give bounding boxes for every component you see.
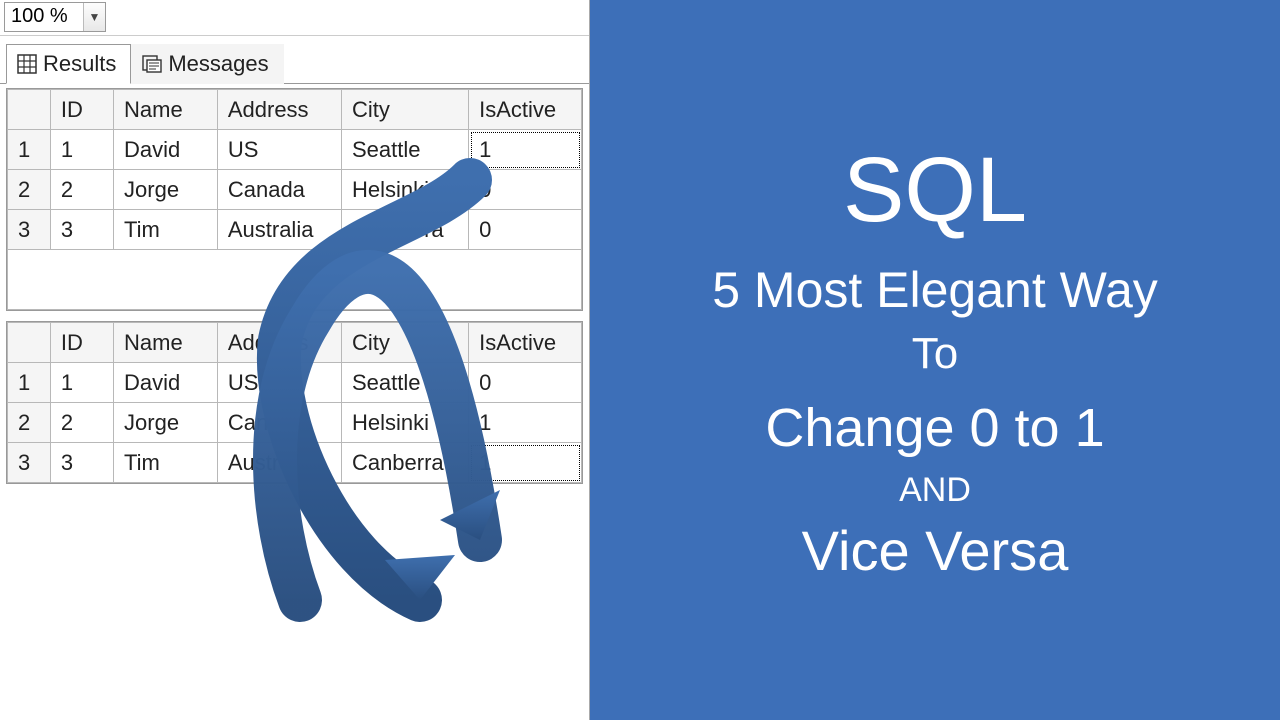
tab-results-label: Results — [43, 51, 116, 77]
cell-id[interactable]: 2 — [50, 403, 113, 443]
zoom-input[interactable] — [5, 5, 83, 28]
title-line-1: 5 Most Elegant Way — [712, 261, 1158, 319]
cell-isactive[interactable]: 0 — [469, 170, 582, 210]
empty-row — [8, 250, 582, 310]
col-header-city[interactable]: City — [341, 323, 468, 363]
cell-city[interactable]: Canberra — [341, 210, 468, 250]
cell-id[interactable]: 3 — [50, 210, 113, 250]
cell-addr[interactable]: Canada — [217, 403, 341, 443]
cell-id[interactable]: 1 — [50, 130, 113, 170]
results-grid-1: ID Name Address City IsActive 1 1 David … — [6, 88, 583, 311]
cell-isactive[interactable]: 0 — [469, 210, 582, 250]
tab-messages[interactable]: Messages — [131, 44, 283, 84]
table-row[interactable]: 2 2 Jorge Canada Helsinki 1 — [8, 403, 582, 443]
zoom-toolbar: ▼ — [0, 0, 589, 36]
cell-city[interactable]: Helsinki — [341, 403, 468, 443]
cell-city[interactable]: Canberra — [341, 443, 468, 483]
result-tabs: Results Messages — [0, 36, 589, 84]
results-grid-2: ID Name Address City IsActive 1 1 David … — [6, 321, 583, 484]
cell-city[interactable]: Helsinki — [341, 170, 468, 210]
cell-addr[interactable]: US — [217, 130, 341, 170]
cell-addr[interactable]: Canada — [217, 170, 341, 210]
cell-name[interactable]: Tim — [114, 443, 218, 483]
tab-results[interactable]: Results — [6, 44, 131, 84]
cell-name[interactable]: Tim — [114, 210, 218, 250]
col-header-isactive[interactable]: IsActive — [469, 323, 582, 363]
col-header-name[interactable]: Name — [114, 323, 218, 363]
row-number: 1 — [8, 363, 51, 403]
row-number: 3 — [8, 443, 51, 483]
cell-addr[interactable]: Australia — [217, 210, 341, 250]
messages-icon — [142, 54, 162, 74]
cell-id[interactable]: 3 — [50, 443, 113, 483]
tab-messages-label: Messages — [168, 51, 268, 77]
corner-cell — [8, 323, 51, 363]
cell-isactive[interactable]: 1 — [469, 443, 582, 483]
cell-addr[interactable]: Australia — [217, 443, 341, 483]
col-header-id[interactable]: ID — [50, 90, 113, 130]
col-header-address[interactable]: Address — [217, 323, 341, 363]
zoom-dropdown[interactable]: ▼ — [4, 2, 106, 32]
ssms-results-pane: ▼ Results Messages ID Name Address City — [0, 0, 590, 720]
table-row[interactable]: 3 3 Tim Australia Canberra 1 — [8, 443, 582, 483]
col-header-city[interactable]: City — [341, 90, 468, 130]
cell-city[interactable]: Seattle — [341, 130, 468, 170]
cell-city[interactable]: Seattle — [341, 363, 468, 403]
col-header-name[interactable]: Name — [114, 90, 218, 130]
table-row[interactable]: 3 3 Tim Australia Canberra 0 — [8, 210, 582, 250]
title-and: AND — [899, 471, 971, 510]
row-number: 2 — [8, 170, 51, 210]
row-number: 2 — [8, 403, 51, 443]
cell-isactive[interactable]: 1 — [469, 403, 582, 443]
cell-name[interactable]: David — [114, 130, 218, 170]
title-line-2: Change 0 to 1 — [765, 397, 1104, 459]
row-number: 3 — [8, 210, 51, 250]
cell-name[interactable]: David — [114, 363, 218, 403]
title-panel: SQL 5 Most Elegant Way To Change 0 to 1 … — [590, 0, 1280, 720]
title-line-3: Vice Versa — [802, 518, 1069, 583]
cell-id[interactable]: 2 — [50, 170, 113, 210]
col-header-isactive[interactable]: IsActive — [469, 90, 582, 130]
cell-name[interactable]: Jorge — [114, 403, 218, 443]
chevron-down-icon[interactable]: ▼ — [83, 3, 105, 31]
cell-isactive[interactable]: 0 — [469, 363, 582, 403]
title-sql: SQL — [843, 138, 1027, 243]
cell-addr[interactable]: US — [217, 363, 341, 403]
cell-isactive[interactable]: 1 — [469, 130, 582, 170]
grid-icon — [17, 54, 37, 74]
table-row[interactable]: 1 1 David US Seattle 0 — [8, 363, 582, 403]
table-row[interactable]: 1 1 David US Seattle 1 — [8, 130, 582, 170]
table-row[interactable]: 2 2 Jorge Canada Helsinki 0 — [8, 170, 582, 210]
cell-id[interactable]: 1 — [50, 363, 113, 403]
corner-cell — [8, 90, 51, 130]
row-number: 1 — [8, 130, 51, 170]
cell-name[interactable]: Jorge — [114, 170, 218, 210]
title-to: To — [912, 329, 958, 379]
col-header-address[interactable]: Address — [217, 90, 341, 130]
col-header-id[interactable]: ID — [50, 323, 113, 363]
